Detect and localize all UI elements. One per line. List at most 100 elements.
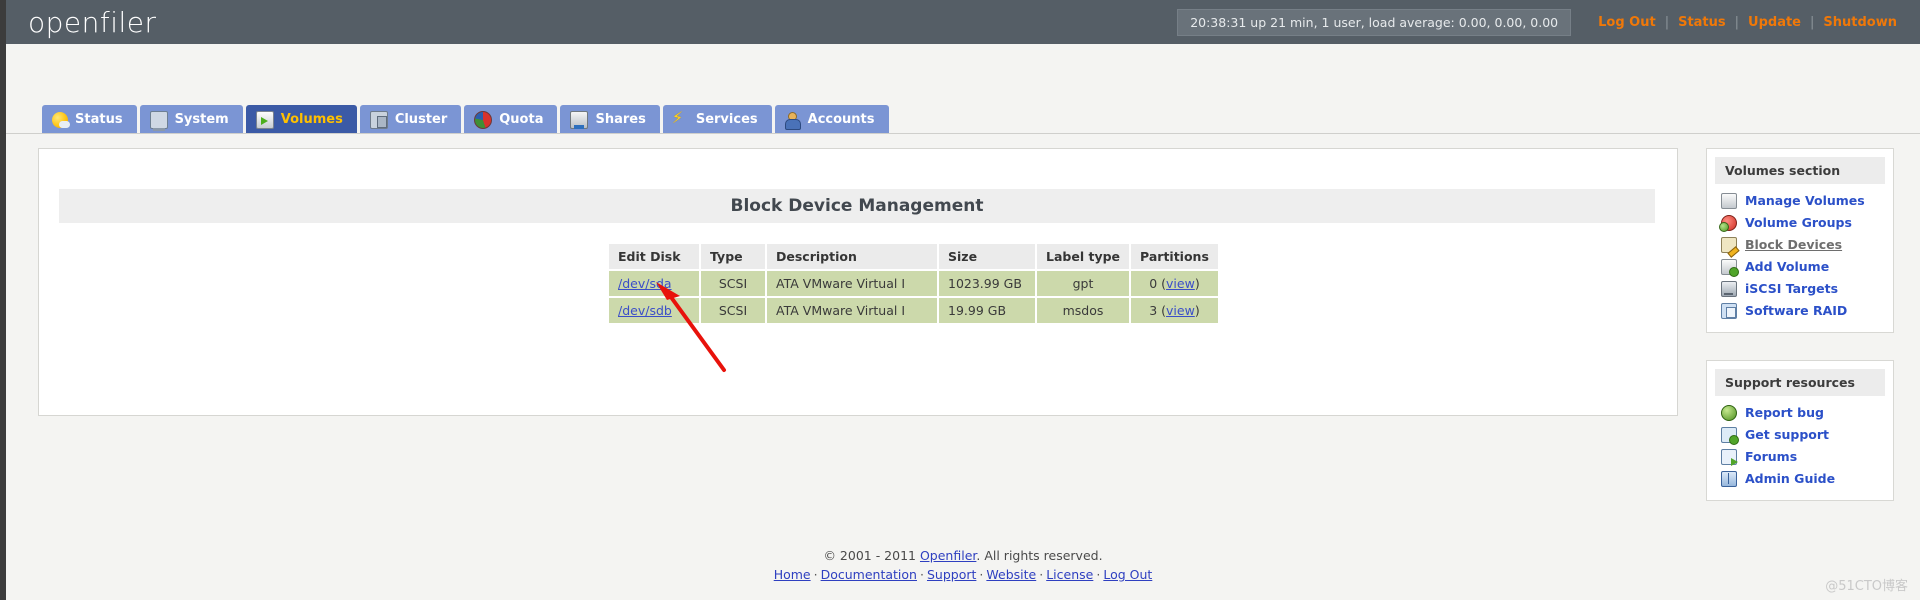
sidebar-item-label: Get support <box>1745 427 1830 442</box>
volume-group-icon <box>1719 215 1737 232</box>
sidebar-item-software-raid[interactable]: Software RAID <box>1707 300 1893 322</box>
tab-quota[interactable]: Quota <box>464 105 558 134</box>
forum-icon <box>1721 449 1738 466</box>
footer-link-license[interactable]: License <box>1046 567 1093 582</box>
sidebar-item-report-bug[interactable]: Report bug <box>1707 402 1893 424</box>
printer-icon <box>570 110 589 129</box>
footer-copyright: © 2001 - 2011 Openfiler. All rights rese… <box>6 548 1920 563</box>
footer-links: Home · Documentation · Support · Website · Licen… <box>6 567 1920 582</box>
raid-icon <box>1721 303 1737 319</box>
page-footer: © 2001 - 2011 Openfiler. All rights rese… <box>6 548 1920 582</box>
footer-link-documentation[interactable]: Documentation <box>821 567 917 582</box>
sidebar-item-iscsi-targets[interactable]: iSCSI Targets <box>1707 278 1893 300</box>
tabbar-divider <box>6 133 1920 134</box>
cell-edit-disk: /dev/sdb <box>609 298 699 323</box>
sidebar-item-label: Report bug <box>1745 405 1824 420</box>
main-navigation-tabs: Status System Volumes Cluster Quota Shar… <box>6 105 1920 134</box>
cluster-icon <box>369 110 388 129</box>
column-header-size: Size <box>939 244 1035 269</box>
sidebar-item-admin-guide[interactable]: Admin Guide <box>1707 468 1893 490</box>
tab-shares-label: Shares <box>595 112 646 127</box>
cell-size: 19.99 GB <box>939 298 1035 323</box>
tab-volumes[interactable]: Volumes <box>245 105 357 134</box>
pie-chart-icon <box>474 110 493 129</box>
tab-system[interactable]: System <box>139 105 243 134</box>
disk-link-sdb[interactable]: /dev/sdb <box>618 303 672 318</box>
tab-cluster-label: Cluster <box>394 112 448 127</box>
partitions-count: 3 <box>1149 303 1158 318</box>
block-devices-table: Edit Disk Type Description Size Label ty… <box>607 242 1220 325</box>
page-title-bar: Block Device Management <box>59 189 1655 223</box>
openfiler-admin-page: openfiler 20:38:31 up 21 min, 1 user, lo… <box>0 0 1920 600</box>
tab-services[interactable]: Services <box>662 105 772 134</box>
header-link-status[interactable]: Status <box>1669 15 1735 30</box>
sidebar-volumes-section: Volumes section Manage Volumes Volume Gr… <box>1706 148 1894 333</box>
sidebar-item-label: Add Volume <box>1745 259 1830 274</box>
uptime-status: 20:38:31 up 21 min, 1 user, load average… <box>1177 8 1572 36</box>
footer-link-home[interactable]: Home <box>774 567 811 582</box>
sidebar-item-label: Software RAID <box>1745 303 1848 318</box>
cell-partitions: 0 (view) <box>1131 271 1218 296</box>
footer-link-logout[interactable]: Log Out <box>1103 567 1152 582</box>
column-header-partitions: Partitions <box>1131 244 1218 269</box>
page-title: Block Device Management <box>730 196 984 216</box>
watermark: @51CTO博客 <box>1825 579 1908 594</box>
tab-accounts[interactable]: Accounts <box>774 105 889 134</box>
column-header-description: Description <box>767 244 937 269</box>
tab-accounts-label: Accounts <box>807 112 875 127</box>
add-volume-icon <box>1721 259 1739 277</box>
sidebar-item-forums[interactable]: Forums <box>1707 446 1893 468</box>
cell-label-type: gpt <box>1037 271 1130 296</box>
sidebar-item-label: iSCSI Targets <box>1745 281 1839 296</box>
tab-shares[interactable]: Shares <box>560 105 660 134</box>
tab-status-label: Status <box>75 112 123 127</box>
partitions-view-link[interactable]: view <box>1166 303 1195 318</box>
monitor-icon <box>149 110 168 131</box>
column-header-type: Type <box>701 244 765 269</box>
footer-link-openfiler[interactable]: Openfiler <box>920 548 976 563</box>
tab-system-label: System <box>174 112 229 127</box>
sidebar-item-label: Admin Guide <box>1745 471 1836 486</box>
table-row: /dev/sdb SCSI ATA VMware Virtual I 19.99… <box>609 298 1218 323</box>
column-header-edit-disk: Edit Disk <box>609 244 699 269</box>
main-content-panel: Block Device Management Edit Disk Type D… <box>38 148 1678 416</box>
sidebar-item-label: Forums <box>1745 449 1798 464</box>
tab-services-label: Services <box>695 112 758 127</box>
sidebar-item-manage-volumes[interactable]: Manage Volumes <box>1707 190 1893 212</box>
cell-edit-disk: /dev/sda <box>609 271 699 296</box>
bug-icon <box>1721 405 1737 421</box>
sidebar-item-block-devices[interactable]: Block Devices <box>1707 234 1893 256</box>
header-link-logout[interactable]: Log Out <box>1589 15 1665 30</box>
partitions-view-link[interactable]: view <box>1166 276 1195 291</box>
header-link-update[interactable]: Update <box>1739 15 1810 30</box>
sidebar-volumes-title: Volumes section <box>1715 157 1885 184</box>
column-header-label-type: Label type <box>1037 244 1130 269</box>
disk-link-sda[interactable]: /dev/sda <box>618 276 672 291</box>
book-icon <box>1721 471 1737 487</box>
table-body: /dev/sda SCSI ATA VMware Virtual I 1023.… <box>609 271 1218 323</box>
footer-link-website[interactable]: Website <box>986 567 1036 582</box>
cell-type: SCSI <box>701 271 765 296</box>
sidebar-item-add-volume[interactable]: Add Volume <box>1707 256 1893 278</box>
sidebar-item-get-support[interactable]: Get support <box>1707 424 1893 446</box>
iscsi-icon <box>1721 281 1737 297</box>
drive-icon <box>1721 193 1737 209</box>
header-right-group: 20:38:31 up 21 min, 1 user, load average… <box>1177 0 1920 44</box>
cell-label-type: msdos <box>1037 298 1130 323</box>
sidebar-item-label: Volume Groups <box>1745 215 1852 230</box>
sidebar-support-title: Support resources <box>1715 369 1885 396</box>
header-links: Log Out | Status | Update | Shutdown <box>1589 15 1906 30</box>
tab-cluster[interactable]: Cluster <box>359 105 462 134</box>
partitions-count: 0 <box>1149 276 1158 291</box>
footer-link-support[interactable]: Support <box>927 567 976 582</box>
cell-partitions: 3 (view) <box>1131 298 1218 323</box>
footer-copyright-pre: © 2001 - 2011 <box>823 548 920 563</box>
sidebar-support-section: Support resources Report bug Get support… <box>1706 360 1894 501</box>
footer-dot-1: · <box>813 567 818 582</box>
tab-status[interactable]: Status <box>42 105 137 134</box>
cell-description: ATA VMware Virtual I <box>767 298 937 323</box>
table-header-row: Edit Disk Type Description Size Label ty… <box>609 244 1218 269</box>
header-link-shutdown[interactable]: Shutdown <box>1814 15 1906 30</box>
sidebar-item-volume-groups[interactable]: Volume Groups <box>1707 212 1893 234</box>
footer-dot-5: · <box>1096 567 1101 582</box>
